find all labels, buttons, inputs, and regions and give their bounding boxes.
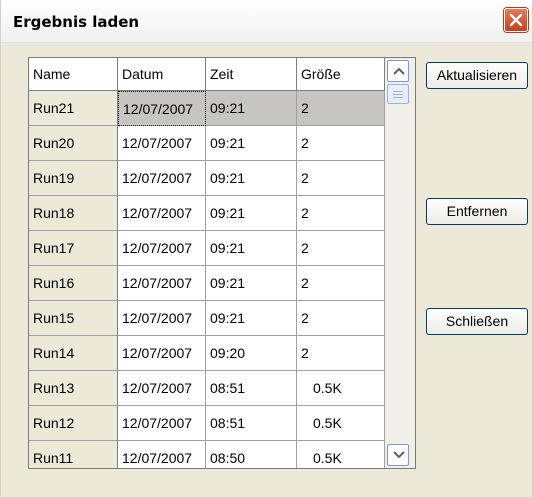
row-size-cell[interactable]: 2 bbox=[297, 336, 385, 371]
column-header-name[interactable]: Name bbox=[29, 58, 118, 91]
row-name-cell[interactable]: Run13 bbox=[29, 371, 118, 406]
row-name-cell[interactable]: Run12 bbox=[29, 406, 118, 441]
column-header-size[interactable]: Größe bbox=[297, 58, 385, 91]
column-header-date[interactable]: Datum bbox=[118, 58, 206, 91]
row-date-cell[interactable]: 12/07/2007 bbox=[118, 231, 206, 266]
row-time-cell[interactable]: 09:21 bbox=[206, 196, 297, 231]
row-time-cell[interactable]: 08:51 bbox=[206, 371, 297, 406]
table-row[interactable]: Run20 12/07/2007 09:21 2 bbox=[29, 126, 385, 161]
row-size-cell[interactable]: 0.5K bbox=[297, 371, 385, 406]
table-row[interactable]: Run15 12/07/2007 09:21 2 bbox=[29, 301, 385, 336]
row-name-cell[interactable]: Run18 bbox=[29, 196, 118, 231]
row-date-cell[interactable]: 12/07/2007 bbox=[118, 301, 206, 336]
row-time-cell[interactable]: 09:20 bbox=[206, 336, 297, 371]
row-date-cell[interactable]: 12/07/2007 bbox=[118, 126, 206, 161]
table-row[interactable]: Run11 12/07/2007 08:50 0.5K bbox=[29, 441, 385, 468]
vertical-scrollbar[interactable] bbox=[385, 58, 415, 468]
row-time-cell[interactable]: 09:21 bbox=[206, 266, 297, 301]
row-size-cell[interactable]: 2 bbox=[297, 301, 385, 336]
close-icon[interactable] bbox=[504, 8, 528, 32]
table-row[interactable]: Run21 12/07/2007 09:21 2 bbox=[29, 91, 385, 126]
row-name-cell[interactable]: Run15 bbox=[29, 301, 118, 336]
row-date-cell[interactable]: 12/07/2007 bbox=[118, 441, 206, 468]
load-result-dialog: Ergebnis laden Name Datum Zeit Größe Run… bbox=[0, 0, 533, 498]
refresh-button[interactable]: Aktualisieren bbox=[426, 62, 528, 89]
row-time-cell[interactable]: 09:21 bbox=[206, 126, 297, 161]
row-size-cell[interactable]: 2 bbox=[297, 231, 385, 266]
row-size-cell[interactable]: 2 bbox=[297, 161, 385, 196]
row-date-cell[interactable]: 12/07/2007 bbox=[118, 196, 206, 231]
row-size-cell[interactable]: 2 bbox=[297, 126, 385, 161]
table-row[interactable]: Run17 12/07/2007 09:21 2 bbox=[29, 231, 385, 266]
table-row[interactable]: Run12 12/07/2007 08:51 0.5K bbox=[29, 406, 385, 441]
results-table[interactable]: Name Datum Zeit Größe Run21 12/07/2007 09:… bbox=[28, 57, 416, 469]
row-time-cell[interactable]: 09:21 bbox=[206, 301, 297, 336]
dialog-title: Ergebnis laden bbox=[13, 13, 140, 31]
row-name-cell[interactable]: Run19 bbox=[29, 161, 118, 196]
row-date-cell[interactable]: 12/07/2007 bbox=[118, 336, 206, 371]
row-size-cell[interactable]: 0.5K bbox=[297, 441, 385, 468]
scroll-thumb[interactable] bbox=[387, 84, 409, 104]
row-size-cell[interactable]: 0.5K bbox=[297, 406, 385, 441]
table-header-row: Name Datum Zeit Größe bbox=[29, 58, 385, 93]
row-size-cell[interactable]: 2 bbox=[297, 91, 385, 126]
row-date-cell[interactable]: 12/07/2007 bbox=[118, 266, 206, 301]
close-button[interactable]: Schließen bbox=[426, 308, 528, 335]
row-time-cell[interactable]: 09:21 bbox=[206, 91, 297, 126]
row-time-cell[interactable]: 08:51 bbox=[206, 406, 297, 441]
table-row[interactable]: Run14 12/07/2007 09:20 2 bbox=[29, 336, 385, 371]
row-date-cell[interactable]: 12/07/2007 bbox=[118, 161, 206, 196]
row-size-cell[interactable]: 2 bbox=[297, 196, 385, 231]
scroll-down-button[interactable] bbox=[387, 444, 409, 466]
row-time-cell[interactable]: 09:21 bbox=[206, 231, 297, 266]
row-name-cell[interactable]: Run11 bbox=[29, 441, 118, 468]
row-date-cell[interactable]: 12/07/2007 bbox=[118, 371, 206, 406]
row-name-cell[interactable]: Run21 bbox=[29, 91, 118, 126]
title-bar: Ergebnis laden bbox=[1, 0, 532, 43]
row-name-cell[interactable]: Run14 bbox=[29, 336, 118, 371]
row-size-cell[interactable]: 2 bbox=[297, 266, 385, 301]
scroll-up-button[interactable] bbox=[387, 60, 409, 82]
row-time-cell[interactable]: 08:50 bbox=[206, 441, 297, 468]
row-date-cell[interactable]: 12/07/2007 bbox=[118, 406, 206, 441]
table-row[interactable]: Run13 12/07/2007 08:51 0.5K bbox=[29, 371, 385, 406]
row-name-cell[interactable]: Run17 bbox=[29, 231, 118, 266]
table-row[interactable]: Run19 12/07/2007 09:21 2 bbox=[29, 161, 385, 196]
remove-button[interactable]: Entfernen bbox=[426, 198, 528, 225]
row-date-cell[interactable]: 12/07/2007 bbox=[118, 91, 206, 126]
row-time-cell[interactable]: 09:21 bbox=[206, 161, 297, 196]
row-name-cell[interactable]: Run16 bbox=[29, 266, 118, 301]
table-row[interactable]: Run16 12/07/2007 09:21 2 bbox=[29, 266, 385, 301]
table-row[interactable]: Run18 12/07/2007 09:21 2 bbox=[29, 196, 385, 231]
column-header-time[interactable]: Zeit bbox=[206, 58, 297, 91]
row-name-cell[interactable]: Run20 bbox=[29, 126, 118, 161]
